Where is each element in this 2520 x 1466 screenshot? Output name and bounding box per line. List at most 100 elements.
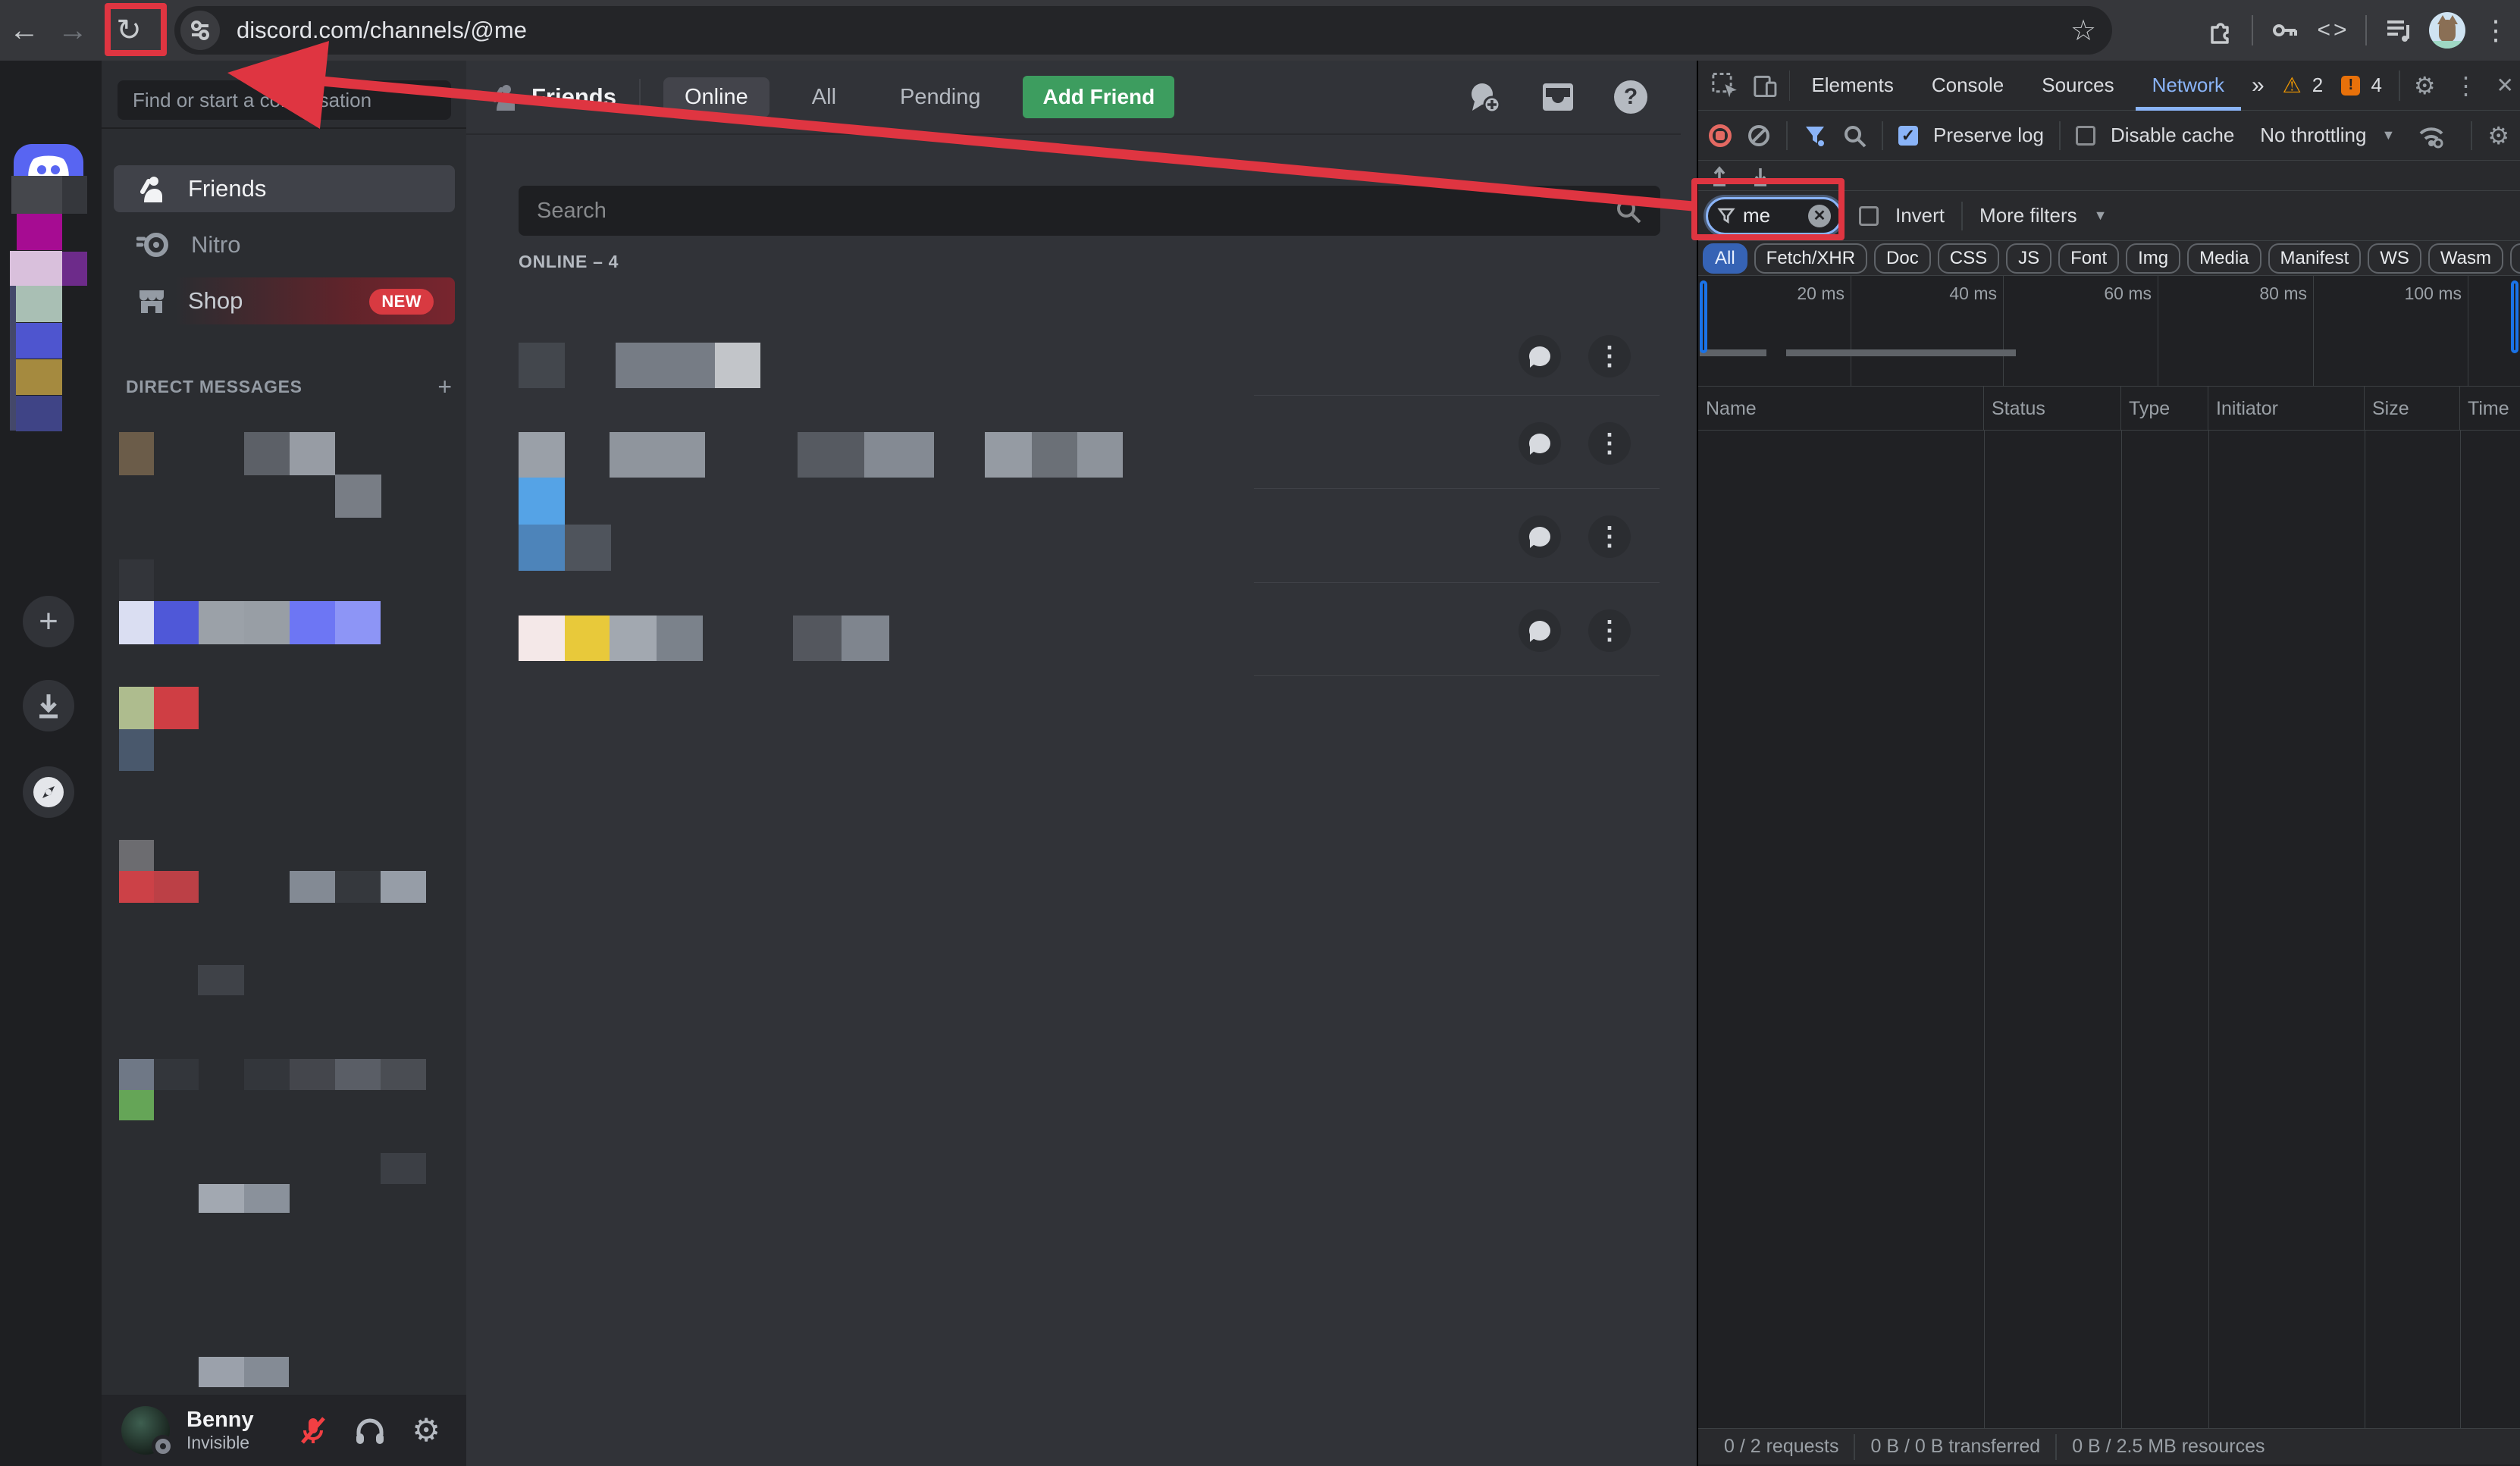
friend-row-divider bbox=[1254, 488, 1660, 489]
tab-pending[interactable]: Pending bbox=[879, 77, 1001, 117]
message-friend-button[interactable] bbox=[1519, 422, 1561, 465]
timeline-tick-label: 40 ms bbox=[1949, 283, 2003, 304]
sidebar-item-friends[interactable]: Friends bbox=[114, 165, 455, 212]
disable-cache-checkbox[interactable] bbox=[2076, 126, 2095, 146]
dev-code-icon[interactable]: <> bbox=[2309, 17, 2358, 43]
tab-network[interactable]: Network bbox=[2136, 61, 2241, 111]
message-friend-button[interactable] bbox=[1519, 609, 1561, 652]
site-info-icon[interactable] bbox=[180, 11, 220, 50]
friend-more-button[interactable]: ⋮ bbox=[1588, 609, 1631, 652]
forward-icon[interactable]: → bbox=[49, 14, 97, 48]
timeline-gridline bbox=[2313, 276, 2314, 387]
browser-menu-icon[interactable]: ⋮ bbox=[2471, 14, 2520, 46]
help-icon[interactable]: ? bbox=[1614, 80, 1647, 114]
find-conversation-button[interactable]: Find or start a conversation bbox=[118, 80, 451, 120]
add-friend-button[interactable]: Add Friend bbox=[1023, 76, 1174, 118]
column-header-status[interactable]: Status bbox=[1984, 387, 2121, 431]
column-header-time[interactable]: Time bbox=[2460, 387, 2520, 431]
url-text[interactable]: discord.com/channels/@me bbox=[237, 17, 2059, 44]
filter-pill-font[interactable]: Font bbox=[2058, 243, 2119, 274]
toolbar-divider bbox=[2059, 121, 2061, 150]
back-icon[interactable]: ← bbox=[0, 14, 49, 48]
requests-table-body[interactable] bbox=[1698, 431, 2520, 1428]
user-settings-gear-icon[interactable]: ⚙ bbox=[412, 1414, 440, 1446]
tab-sources[interactable]: Sources bbox=[2025, 61, 2130, 111]
message-friend-button[interactable] bbox=[1519, 515, 1561, 558]
censor-block bbox=[10, 251, 62, 286]
friend-more-button[interactable]: ⋮ bbox=[1588, 422, 1631, 465]
bookmark-star-icon[interactable]: ☆ bbox=[2059, 14, 2108, 48]
column-header-size[interactable]: Size bbox=[2365, 387, 2460, 431]
more-tabs-icon[interactable]: » bbox=[2246, 61, 2271, 111]
filter-pill-other[interactable]: Other bbox=[2510, 243, 2520, 274]
user-avatar[interactable] bbox=[121, 1406, 170, 1455]
user-name-block[interactable]: Benny Invisible bbox=[186, 1408, 254, 1453]
media-playlist-icon[interactable] bbox=[2374, 16, 2423, 45]
sidebar-item-shop[interactable]: Shop NEW bbox=[114, 277, 455, 324]
filter-pill-ws[interactable]: WS bbox=[2368, 243, 2421, 274]
extensions-icon[interactable] bbox=[2196, 17, 2244, 44]
deafen-headphones-icon[interactable] bbox=[354, 1415, 386, 1446]
network-conditions-icon[interactable] bbox=[2418, 123, 2445, 149]
filter-pill-css[interactable]: CSS bbox=[1938, 243, 1999, 274]
column-header-initiator[interactable]: Initiator bbox=[2208, 387, 2365, 431]
filter-pill-js[interactable]: JS bbox=[2006, 243, 2051, 274]
device-toolbar-icon[interactable] bbox=[1751, 70, 1780, 101]
filter-pill-doc[interactable]: Doc bbox=[1874, 243, 1931, 274]
add-server-button[interactable]: + bbox=[23, 596, 74, 647]
create-dm-plus-icon[interactable]: + bbox=[437, 373, 452, 401]
message-friend-button[interactable] bbox=[1519, 335, 1561, 377]
tab-all[interactable]: All bbox=[791, 77, 857, 117]
filter-divider bbox=[1961, 202, 1963, 230]
new-group-dm-icon[interactable] bbox=[1467, 80, 1502, 114]
inbox-icon[interactable] bbox=[1541, 80, 1575, 114]
filter-pill-img[interactable]: Img bbox=[2126, 243, 2180, 274]
password-key-icon[interactable] bbox=[2261, 15, 2309, 45]
friend-more-button[interactable]: ⋮ bbox=[1588, 335, 1631, 377]
filter-toggle-icon[interactable] bbox=[1803, 124, 1827, 148]
filter-pill-media[interactable]: Media bbox=[2187, 243, 2261, 274]
address-bar[interactable]: discord.com/channels/@me ☆ bbox=[174, 6, 2112, 55]
devtools-close-icon[interactable]: ✕ bbox=[2496, 73, 2514, 98]
tab-console[interactable]: Console bbox=[1915, 61, 2020, 111]
more-filters-dropdown-icon[interactable]: ▼ bbox=[2094, 208, 2108, 224]
timeline-selection-handle[interactable] bbox=[1700, 280, 1707, 353]
download-apps-button[interactable] bbox=[23, 680, 74, 731]
throttling-dropdown-icon[interactable]: ▼ bbox=[2381, 127, 2395, 143]
clear-network-icon[interactable] bbox=[1747, 124, 1771, 148]
sidebar-item-nitro[interactable]: Nitro bbox=[114, 221, 455, 268]
filter-pill-wasm[interactable]: Wasm bbox=[2428, 243, 2503, 274]
warning-icon[interactable]: ⚠ bbox=[2283, 73, 2302, 98]
record-network-icon[interactable] bbox=[1709, 124, 1732, 147]
dm-section-header[interactable]: DIRECT MESSAGES + bbox=[126, 373, 452, 401]
filter-pill-fetch-xhr[interactable]: Fetch/XHR bbox=[1754, 243, 1867, 274]
more-filters-button[interactable]: More filters bbox=[1979, 204, 2077, 227]
censor-block bbox=[119, 432, 154, 475]
throttling-select[interactable]: No throttling bbox=[2260, 124, 2366, 147]
filter-pill-all[interactable]: All bbox=[1703, 243, 1747, 274]
preserve-log-checkbox[interactable]: ✓ bbox=[1898, 126, 1918, 146]
tab-online[interactable]: Online bbox=[663, 77, 769, 117]
network-overview-timeline[interactable]: 20 ms40 ms60 ms80 ms100 ms bbox=[1698, 276, 2520, 387]
inspect-element-icon[interactable] bbox=[1710, 70, 1740, 101]
timeline-activity-bar bbox=[1786, 349, 2016, 356]
friends-header-icon bbox=[489, 82, 519, 112]
issues-icon[interactable]: ! bbox=[2341, 76, 2360, 96]
timeline-selection-handle[interactable] bbox=[2511, 280, 2518, 353]
tab-elements[interactable]: Elements bbox=[1794, 61, 1910, 111]
explore-servers-button[interactable] bbox=[23, 766, 74, 818]
network-search-icon[interactable] bbox=[1842, 124, 1866, 148]
network-settings-gear-icon[interactable]: ⚙ bbox=[2487, 121, 2509, 150]
censor-block bbox=[62, 176, 87, 214]
devtools-menu-icon[interactable]: ⋮ bbox=[2454, 71, 2478, 100]
profile-avatar[interactable] bbox=[2423, 12, 2471, 49]
friends-search-input[interactable]: Search bbox=[519, 186, 1660, 236]
column-header-type[interactable]: Type bbox=[2121, 387, 2208, 431]
devtools-settings-gear-icon[interactable]: ⚙ bbox=[2414, 71, 2436, 100]
friend-more-button[interactable]: ⋮ bbox=[1588, 515, 1631, 558]
column-header-name[interactable]: Name bbox=[1698, 387, 1984, 431]
invert-checkbox[interactable] bbox=[1859, 206, 1879, 226]
filter-pill-manifest[interactable]: Manifest bbox=[2268, 243, 2362, 274]
censor-block bbox=[290, 871, 335, 903]
mic-muted-icon[interactable] bbox=[298, 1415, 328, 1446]
